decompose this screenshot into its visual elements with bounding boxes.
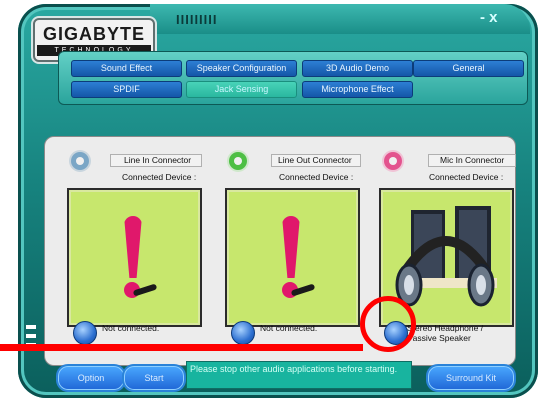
start-button[interactable]: Start [122, 364, 186, 392]
drag-grip[interactable]: IIIIIIIII [176, 12, 218, 27]
surround-kit-button[interactable]: Surround Kit [426, 364, 516, 392]
mic-in-title: Mic In Connector [440, 155, 505, 165]
tab-sound-effect[interactable]: Sound Effect [71, 60, 182, 77]
line-out-radio[interactable] [229, 152, 247, 170]
line-in-device-card [67, 188, 202, 327]
line-out-device-label: Connected Device : [279, 172, 354, 182]
tab-panel: Sound Effect Speaker Configuration 3D Au… [58, 51, 528, 105]
logo-main: GIGABYTE [42, 24, 145, 44]
tab-speaker-configuration[interactable]: Speaker Configuration [186, 60, 297, 77]
tab-microphone-effect[interactable]: Microphone Effect [302, 81, 413, 98]
highlight-line [0, 344, 363, 351]
mic-in-device-label: Connected Device : [429, 172, 504, 182]
tab-jack-sensing[interactable]: Jack Sensing [186, 81, 297, 98]
message-text: Please stop other audio applications bef… [190, 364, 398, 374]
exclamation-icon [124, 216, 142, 278]
jack-sensing-panel: Line In Connector Connected Device : Not… [44, 136, 516, 366]
exclamation-icon [282, 216, 300, 278]
line-in-device-label: Connected Device : [122, 172, 197, 182]
line-in-title: Line In Connector [124, 155, 192, 165]
line-in-status-button[interactable] [73, 321, 97, 345]
line-out-device-card [225, 188, 360, 327]
mic-in-radio[interactable] [384, 152, 402, 170]
tab-general[interactable]: General [413, 60, 524, 77]
highlight-circle [360, 296, 416, 352]
line-out-status-button[interactable] [231, 321, 255, 345]
tab-spdif[interactable]: SPDIF [71, 81, 182, 98]
mic-in-status: Stereo Headphone / Passive Speaker [407, 323, 484, 343]
line-out-status: Not connected. [260, 323, 318, 333]
message-box: Please stop other audio applications bef… [186, 361, 412, 389]
window-controls[interactable]: - x [480, 9, 498, 26]
option-button[interactable]: Option [56, 364, 126, 392]
tab-3d-audio-demo[interactable]: 3D Audio Demo [302, 60, 413, 77]
line-in-radio[interactable] [71, 152, 89, 170]
line-in-status: Not connected. [102, 323, 160, 333]
line-out-title: Line Out Connector [278, 155, 352, 165]
